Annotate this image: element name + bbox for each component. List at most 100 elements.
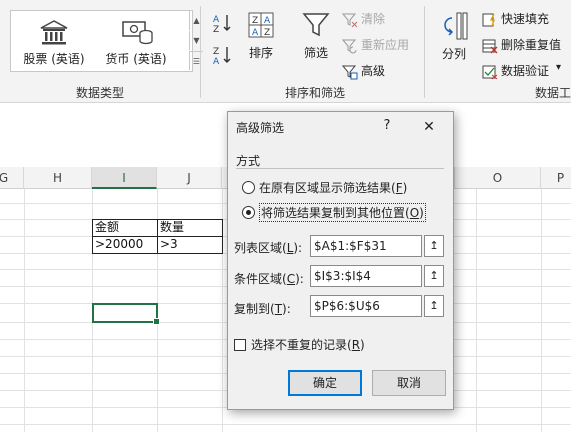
column-header-h[interactable]: H <box>24 167 92 189</box>
sort-ascending-icon: A Z <box>213 15 231 35</box>
cell-i3[interactable]: 金额 <box>92 219 157 236</box>
option-suffix: ) <box>402 180 408 195</box>
cell-j4[interactable]: >3 <box>157 236 222 253</box>
cell-j3[interactable]: 数量 <box>157 219 222 236</box>
sort-ascending-button[interactable]: A Z <box>212 12 234 37</box>
data-validation-dropdown[interactable]: ▾ <box>556 62 561 73</box>
advanced-filter-button[interactable]: 高级 <box>341 62 386 80</box>
text-to-columns-button[interactable]: 分列 <box>436 10 472 62</box>
copy-to-input[interactable]: $P$6:$U$6 <box>310 295 422 317</box>
accelerator-key: R <box>351 338 361 352</box>
copy-to-location-option[interactable]: 将筛选结果复制到其他位置(O) <box>242 202 426 222</box>
reapply-icon <box>341 39 357 53</box>
remove-duplicates-icon <box>482 39 498 53</box>
list-range-input[interactable]: $A$1:$F$31 <box>310 235 422 257</box>
sort-filter-group-label: 排序和筛选 <box>285 86 346 100</box>
option-text: 在原有区域显示筛选结果( <box>259 180 396 195</box>
currencies-label: 货币 (英语) <box>105 52 167 66</box>
clear-filter-icon <box>341 13 358 27</box>
ok-button[interactable]: 确定 <box>288 370 362 396</box>
close-icon: ✕ <box>423 119 435 135</box>
gridline <box>541 189 542 432</box>
column-header-o[interactable]: O <box>454 167 541 189</box>
collapse-dialog-icon: ↥ <box>429 299 439 312</box>
criteria-range-input[interactable]: $I$3:$I$4 <box>310 265 422 287</box>
column-header-g[interactable]: G <box>0 167 24 189</box>
svg-text:Z: Z <box>252 16 258 26</box>
filter-label: 筛选 <box>303 46 328 60</box>
list-range-label: 列表区域(L): <box>234 239 302 256</box>
flash-fill-icon <box>482 13 495 26</box>
stocks-button[interactable]: 股票 (英语) <box>15 13 93 71</box>
label-text: 复制到( <box>234 302 275 316</box>
collapse-dialog-icon: ↥ <box>429 269 439 282</box>
radio-checked[interactable] <box>242 205 255 219</box>
advanced-label: 高级 <box>361 64 386 78</box>
criteria-range-label: 条件区域(C): <box>234 270 304 287</box>
clear-filter-button[interactable]: 清除 <box>341 10 386 28</box>
copy-to-collapse-button[interactable]: ↥ <box>424 295 444 317</box>
cancel-button[interactable]: 取消 <box>372 370 446 396</box>
text-to-columns-icon <box>444 12 468 40</box>
data-types-group-label: 数据类型 <box>76 86 125 100</box>
svg-text:Z: Z <box>213 25 219 34</box>
list-range-collapse-button[interactable]: ↥ <box>424 235 444 257</box>
svg-text:A: A <box>264 16 271 26</box>
unique-records-option[interactable]: 选择不重复的记录(R) <box>234 336 365 353</box>
currencies-button[interactable]: 货币 (英语) <box>97 13 175 71</box>
currency-icon <box>122 21 153 45</box>
reapply-label: 重新应用 <box>361 38 410 52</box>
radio-unchecked[interactable] <box>242 180 255 194</box>
data-tools-group-label: 数据工 <box>535 86 571 100</box>
accelerator-key: T <box>274 302 283 316</box>
stocks-label: 股票 (英语) <box>23 52 85 66</box>
filter-in-place-option[interactable]: 在原有区域显示筛选结果(F) <box>242 178 407 196</box>
svg-text:Z: Z <box>264 28 270 38</box>
action-section-label: 方式 <box>236 154 261 168</box>
clear-label: 清除 <box>361 12 386 26</box>
svg-text:Z: Z <box>213 47 219 57</box>
gridline <box>476 189 477 432</box>
sort-label: 排序 <box>248 46 273 60</box>
unique-records-checkbox[interactable] <box>234 338 246 351</box>
group-separator <box>200 6 201 98</box>
accelerator-key: F <box>395 180 403 195</box>
close-button[interactable]: ✕ <box>418 116 440 138</box>
filter-funnel-icon <box>302 13 330 37</box>
sort-descending-button[interactable]: Z A <box>212 44 234 69</box>
filter-button[interactable]: 筛选 <box>298 10 334 61</box>
help-button[interactable]: ? <box>377 116 397 136</box>
flash-fill-button[interactable]: 快速填充 <box>482 10 549 28</box>
sort-button[interactable]: Z A A Z 排序 <box>244 10 278 61</box>
label-suffix: ): <box>293 241 303 255</box>
group-separator <box>424 6 425 98</box>
sort-icon: Z A A Z <box>248 12 274 38</box>
criteria-range-collapse-button[interactable]: ↥ <box>424 265 444 287</box>
label-suffix: ): <box>282 302 291 316</box>
copy-to-location-label: 将筛选结果复制到其他位置(O) <box>259 202 426 222</box>
option-suffix: ) <box>419 205 424 220</box>
column-header-i[interactable]: I <box>92 167 157 189</box>
svg-text:A: A <box>213 15 220 25</box>
bank-icon <box>40 20 68 45</box>
data-validation-label: 数据验证 <box>501 64 550 78</box>
gridline <box>0 424 571 425</box>
svg-text:A: A <box>213 57 220 66</box>
active-cell-selection[interactable] <box>92 303 160 325</box>
column-header-p[interactable]: P <box>541 167 571 189</box>
accelerator-key: O <box>409 205 420 220</box>
data-validation-button[interactable]: 数据验证 <box>482 62 549 80</box>
option-suffix: ) <box>360 338 365 352</box>
filter-in-place-label: 在原有区域显示筛选结果(F) <box>259 179 407 196</box>
label-text: 条件区域( <box>234 272 287 286</box>
column-header-j[interactable]: J <box>157 167 222 189</box>
option-text: 选择不重复的记录( <box>251 338 352 352</box>
reapply-button[interactable]: 重新应用 <box>341 36 410 54</box>
dialog-title: 高级筛选 <box>236 121 285 135</box>
advanced-filter-dialog: 高级筛选 ? ✕ 方式 在原有区域显示筛选结果(F) 将筛选结果复制到其他位置(… <box>227 111 454 410</box>
remove-duplicates-button[interactable]: 删除重复值 <box>482 36 561 54</box>
label-text: 列表区域( <box>234 241 287 255</box>
copy-to-label: 复制到(T): <box>234 300 291 317</box>
option-text: 将筛选结果复制到其他位置( <box>261 205 410 220</box>
cell-i4[interactable]: >20000 <box>92 236 157 253</box>
